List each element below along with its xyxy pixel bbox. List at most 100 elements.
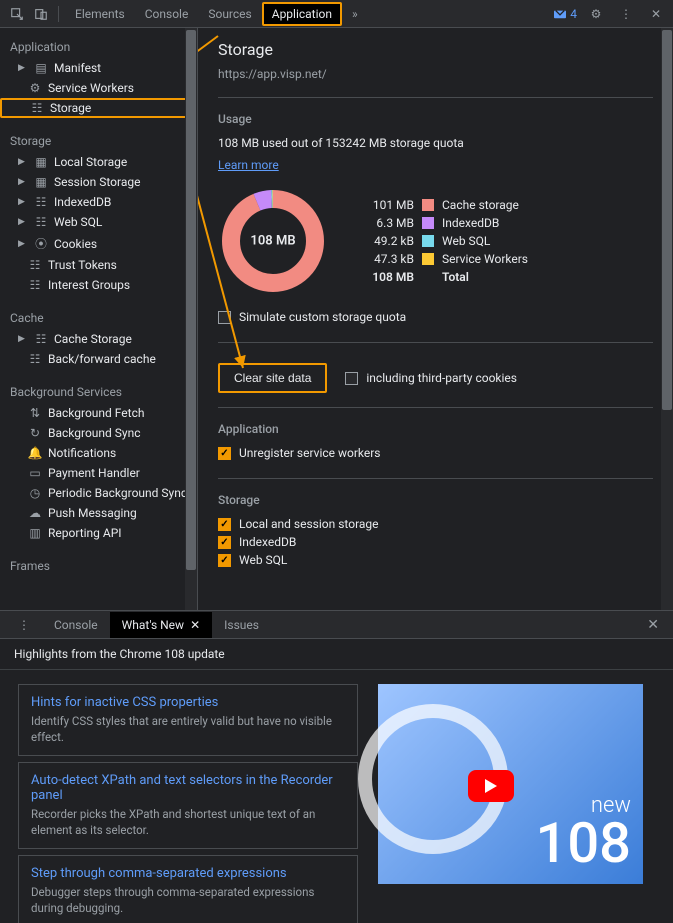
grid-icon: ▦ (34, 155, 48, 169)
sidebar-item-bfcache[interactable]: ☷Back/forward cache (0, 349, 197, 369)
sidebar-item-label: Push Messaging (48, 506, 137, 520)
sidebar-item-label: Local Storage (54, 155, 127, 169)
grid-icon: ▦ (34, 175, 48, 189)
drawer-subtitle: Highlights from the Chrome 108 update (0, 639, 673, 670)
simulate-quota-checkbox[interactable] (218, 311, 231, 324)
page-title: Storage (218, 40, 653, 59)
checkbox-label: Unregister service workers (239, 446, 381, 460)
hints-column: Hints for inactive CSS properties Identi… (18, 684, 358, 909)
sidebar-item-label: Storage (50, 101, 91, 115)
hint-desc: Identify CSS styles that are entirely va… (31, 714, 345, 745)
sidebar-item-bg-sync[interactable]: ↻Background Sync (0, 423, 197, 443)
sidebar-item-trust-tokens[interactable]: ☷Trust Tokens (0, 255, 197, 275)
legend-swatch (422, 217, 434, 229)
device-icon[interactable] (30, 3, 52, 25)
checkbox-label: Web SQL (239, 553, 287, 567)
sidebar-item-local-storage[interactable]: ▶▦Local Storage (0, 152, 197, 172)
sidebar-item-bg-fetch[interactable]: ⇅Background Fetch (0, 403, 197, 423)
drawer-tab-whats-new[interactable]: What's New ✕ (110, 612, 213, 638)
hint-title: Auto-detect XPath and text selectors in … (31, 773, 345, 803)
hint-card[interactable]: Auto-detect XPath and text selectors in … (18, 762, 358, 849)
more-tabs-icon[interactable]: » (342, 2, 368, 26)
sidebar-heading-frames: Frames (0, 555, 197, 577)
database-icon: ☷ (28, 258, 42, 272)
websql-checkbox[interactable]: ✓ (218, 554, 231, 567)
legend-name: IndexedDB (442, 216, 499, 230)
sidebar-item-service-workers[interactable]: ⚙ Service Workers (0, 78, 197, 98)
sidebar-item-manifest[interactable]: ▶▤Manifest (0, 58, 197, 78)
content-scrollbar[interactable] (661, 28, 673, 610)
sidebar-item-label: Background Fetch (48, 406, 144, 420)
tab-application[interactable]: Application (262, 2, 342, 26)
promo-video[interactable]: new 108 (378, 684, 643, 884)
close-icon[interactable]: ✕ (190, 618, 200, 632)
sidebar-item-websql[interactable]: ▶☷Web SQL (0, 212, 197, 232)
hint-desc: Recorder picks the XPath and shortest un… (31, 807, 345, 838)
unregister-sw-checkbox[interactable]: ✓ (218, 447, 231, 460)
inspect-icon[interactable] (6, 3, 28, 25)
sidebar-item-session-storage[interactable]: ▶▦Session Storage (0, 172, 197, 192)
drawer-tab-console[interactable]: Console (42, 612, 110, 638)
sidebar-item-label: Cache Storage (54, 332, 132, 346)
sidebar-scrollbar[interactable] (185, 28, 197, 610)
sidebar-item-label: Payment Handler (48, 466, 140, 480)
sidebar-item-label: Service Workers (48, 81, 134, 95)
checkbox-label: Local and session storage (239, 517, 379, 531)
section-title-application: Application (218, 422, 653, 436)
hint-desc: Debugger steps through comma-separated e… (31, 885, 345, 916)
legend-total-value: 108 MB (358, 270, 414, 284)
sidebar-item-label: Web SQL (54, 215, 102, 229)
indexeddb-checkbox[interactable]: ✓ (218, 536, 231, 549)
sidebar-item-interest-groups[interactable]: ☷Interest Groups (0, 275, 197, 295)
sidebar-item-periodic-sync[interactable]: ◷Periodic Background Sync (0, 483, 197, 503)
clear-site-data-button[interactable]: Clear site data (218, 363, 327, 393)
drawer-close-icon[interactable]: ✕ (639, 613, 667, 637)
hint-card[interactable]: Hints for inactive CSS properties Identi… (18, 684, 358, 756)
tab-elements[interactable]: Elements (65, 2, 135, 26)
close-icon[interactable]: ✕ (645, 3, 667, 25)
hint-title: Step through comma-separated expressions (31, 866, 345, 881)
sidebar-item-cookies[interactable]: ▶⦿Cookies (0, 232, 197, 255)
gear-icon: ⚙ (28, 81, 42, 95)
sidebar-item-cache-storage[interactable]: ▶☷Cache Storage (0, 329, 197, 349)
learn-more-link[interactable]: Learn more (218, 158, 279, 172)
sidebar-item-indexeddb[interactable]: ▶☷IndexedDB (0, 192, 197, 212)
tab-sources[interactable]: Sources (198, 2, 261, 26)
hint-card[interactable]: Step through comma-separated expressions… (18, 855, 358, 923)
sidebar-item-payment[interactable]: ▭Payment Handler (0, 463, 197, 483)
sidebar-item-label: Session Storage (54, 175, 140, 189)
cloud-icon: ☁ (28, 506, 42, 520)
third-party-label: including third-party cookies (366, 371, 517, 385)
sidebar-item-reporting[interactable]: ▥Reporting API (0, 523, 197, 543)
sidebar-item-label: Back/forward cache (48, 352, 156, 366)
drawer-tab-issues[interactable]: Issues (212, 612, 271, 638)
issues-count: 4 (570, 7, 577, 21)
section-title-storage: Storage (218, 493, 653, 507)
sidebar: Application ▶▤Manifest ⚙Service Workers … (0, 28, 198, 610)
kebab-icon[interactable]: ⋮ (615, 3, 637, 25)
sidebar-heading-storage: Storage (0, 130, 197, 152)
drawer-tab-label: What's New (122, 618, 184, 632)
legend-swatch (422, 271, 434, 283)
third-party-checkbox[interactable] (345, 372, 358, 385)
report-icon: ▥ (28, 526, 42, 540)
drawer-kebab-icon[interactable]: ⋮ (6, 612, 42, 638)
gear-icon[interactable]: ⚙ (585, 3, 607, 25)
sidebar-item-storage[interactable]: ☷Storage (0, 98, 197, 118)
legend-total-name: Total (442, 270, 469, 284)
legend-name: Service Workers (442, 252, 528, 266)
legend-value: 6.3 MB (358, 216, 414, 230)
panel-tabs: Elements Console Sources Application » (65, 2, 368, 26)
legend-swatch (422, 235, 434, 247)
devtools-toolbar: Elements Console Sources Application » 4… (0, 0, 673, 28)
tab-console[interactable]: Console (135, 2, 199, 26)
sidebar-item-push[interactable]: ☁ Push Messaging (0, 503, 197, 523)
sidebar-item-notifications[interactable]: 🔔Notifications (0, 443, 197, 463)
storage-donut-chart: 108 MB (218, 186, 328, 296)
legend-name: Cache storage (442, 198, 519, 212)
local-session-checkbox[interactable]: ✓ (218, 518, 231, 531)
legend-value: 47.3 kB (358, 252, 414, 266)
sidebar-item-label: Interest Groups (48, 278, 130, 292)
legend-value: 101 MB (358, 198, 414, 212)
issues-badge[interactable]: 4 (553, 7, 577, 21)
